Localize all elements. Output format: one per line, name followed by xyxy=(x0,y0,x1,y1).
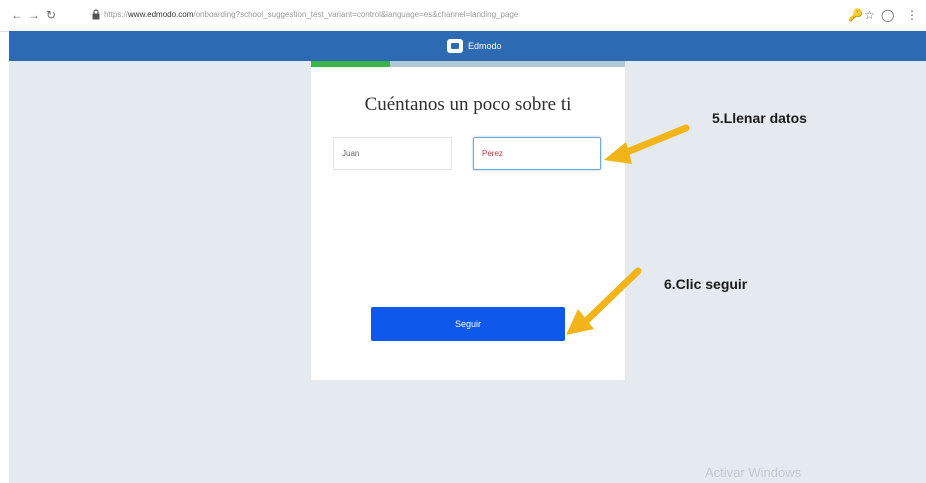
arrow-step6-icon xyxy=(566,267,642,335)
url-path: /onboarding?school_suggestion_test_varia… xyxy=(193,10,519,19)
last-name-input[interactable]: Perez xyxy=(473,137,601,170)
star-icon[interactable]: ☆ xyxy=(864,8,875,22)
lock-icon xyxy=(92,9,100,20)
arrow-step5-icon xyxy=(604,124,690,164)
brand-name: Edmodo xyxy=(468,41,502,51)
url-domain: www.edmodo.com xyxy=(128,10,194,19)
key-icon[interactable]: 🔑 xyxy=(848,8,863,22)
forward-icon[interactable]: → xyxy=(27,8,41,22)
annotation-step6: 6.Clic seguir xyxy=(664,276,748,292)
account-icon[interactable]: ◯ xyxy=(881,8,894,22)
menu-icon[interactable]: ⋮ xyxy=(906,8,918,22)
windows-watermark: Activar Windows xyxy=(705,465,802,480)
edmodo-logo-icon xyxy=(447,39,463,53)
browser-toolbar: ← → ↻ https://www.edmodo.com/onboarding?… xyxy=(0,0,926,32)
page-title: Cuéntanos un poco sobre ti xyxy=(364,94,572,115)
reload-icon[interactable]: ↻ xyxy=(44,8,58,22)
back-icon[interactable]: ← xyxy=(10,8,24,22)
first-name-input[interactable]: Juan xyxy=(333,137,452,170)
brand[interactable]: Edmodo xyxy=(447,38,502,54)
continue-button[interactable]: Seguir xyxy=(371,307,565,341)
url-prefix: https:// xyxy=(104,10,129,19)
app-header: Edmodo xyxy=(9,31,926,61)
annotation-step5: 5.Llenar datos xyxy=(712,110,807,126)
address-bar[interactable]: https://www.edmodo.com/onboarding?school… xyxy=(104,9,624,21)
